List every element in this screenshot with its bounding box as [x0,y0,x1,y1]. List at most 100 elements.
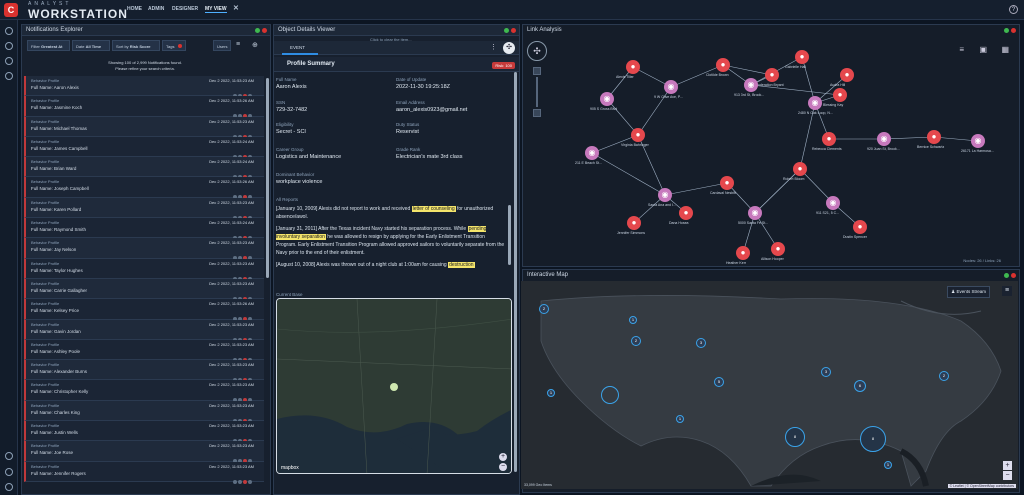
person-node-icon[interactable]: ● [631,128,645,142]
filter-options-icon[interactable]: ≡ [235,40,246,51]
panel-minimize-icon[interactable] [255,28,260,33]
notification-item[interactable]: Behavior Profile Full Name: Carrie Gallag… [24,278,264,301]
bell-icon[interactable] [5,452,13,460]
map-cluster[interactable]: 1 [884,461,892,469]
notification-action-icons[interactable] [232,430,254,444]
notification-action-icons[interactable] [232,450,254,464]
notification-action-icons[interactable] [232,247,254,261]
map-cluster[interactable]: 1 [547,389,555,397]
notification-item[interactable]: Behavior Profile Full Name: Jasmine Koch D… [24,96,264,119]
person-node-icon[interactable]: ● [627,216,641,230]
map-cluster[interactable]: 3 [696,338,706,348]
map-cluster[interactable]: 1 [629,316,637,324]
person-node-icon[interactable]: ● [679,206,693,220]
date-select[interactable]: Date All Time [72,40,110,51]
location-node-icon[interactable]: ◉ [877,132,891,146]
reports-scrollbar[interactable] [508,205,511,265]
map-zoom-in-icon[interactable]: + [1003,461,1012,470]
notification-action-icons[interactable] [232,186,254,200]
notification-item[interactable]: Behavior Profile Full Name: Christopher K… [24,380,264,403]
users-select[interactable]: Users [213,40,231,51]
notification-item[interactable]: Behavior Profile Full Name: Jay Nelson Dec… [24,238,264,261]
map-cluster[interactable]: 2 [631,336,641,346]
person-node-icon[interactable]: ● [927,130,941,144]
location-node-icon[interactable]: ◉ [585,146,599,160]
locate-icon[interactable]: ⊕ [251,40,262,51]
help-icon[interactable]: ? [1009,5,1018,14]
notification-item[interactable]: Behavior Profile Full Name: Charles King D… [24,400,264,423]
notification-action-icons[interactable] [232,288,254,301]
notification-action-icons[interactable] [232,410,254,423]
map-cluster[interactable]: 2 [939,371,949,381]
notification-item[interactable]: Behavior Profile Full Name: Joseph Campbe… [24,177,264,200]
close-tab-icon[interactable]: ✕ [233,4,239,12]
panel-close-icon[interactable] [511,28,516,33]
notification-item[interactable]: Behavior Profile Full Name: Alexander Bur… [24,360,264,383]
map-cluster-ring[interactable] [601,386,619,404]
nav-home[interactable]: HOME [127,6,142,12]
map-cluster[interactable]: 3 [821,367,831,377]
notification-action-icons[interactable] [232,146,254,159]
link-icon[interactable] [5,72,13,80]
notification-item[interactable]: Behavior Profile Full Name: Kelsey Price D… [24,299,264,322]
location-node-icon[interactable]: ◉ [748,206,762,220]
location-node-icon[interactable]: ◉ [658,188,672,202]
notification-item[interactable]: Behavior Profile Full Name: Jennifer Roge… [24,461,264,484]
notification-action-icons[interactable] [232,166,254,180]
location-node-icon[interactable]: ◉ [664,80,678,94]
nav-designer[interactable]: DESIGNER [172,6,198,12]
events-stream-toggle[interactable]: ♟ Events Stream [947,286,990,298]
map-cluster[interactable]: 5 [714,377,724,387]
move-icon[interactable]: ✣ [503,42,515,54]
tab-event[interactable]: EVENT [290,45,305,50]
notification-action-icons[interactable] [232,349,254,362]
map-cluster-large[interactable]: 8 [785,427,805,447]
location-node-icon[interactable]: ◉ [744,78,758,92]
notification-item[interactable]: Behavior Profile Full Name: Joe Rose Dec 2… [24,441,264,464]
location-node-icon[interactable]: ◉ [808,96,822,110]
list-scrollbar[interactable] [266,78,269,278]
dashboard-icon[interactable] [5,27,13,35]
person-node-icon[interactable]: ● [626,60,640,74]
filter-select[interactable]: Filter Greatest At [27,40,70,51]
panel-minimize-icon[interactable] [504,28,509,33]
notification-action-icons[interactable] [232,126,254,139]
grid-icon[interactable] [5,57,13,65]
us-map[interactable]: 2 1 3 2 5 6 3 2 8 8 1 1 1 ♟ Events Strea… [521,281,1018,489]
notification-action-icons[interactable] [232,85,254,98]
map-cluster[interactable]: 6 [854,380,866,392]
nav-my-view[interactable]: MY VIEW [205,6,227,13]
layers-icon[interactable]: ≡ [1002,286,1012,296]
user-icon[interactable] [5,468,13,476]
person-node-icon[interactable]: ● [771,242,785,256]
person-node-icon[interactable]: ● [853,220,867,234]
clock-icon[interactable] [5,42,13,50]
location-node-icon[interactable]: ◉ [600,92,614,106]
location-node-icon[interactable]: ◉ [971,134,985,148]
map-cluster[interactable]: 1 [676,415,684,423]
tags-select[interactable]: Tags [162,40,186,51]
notification-item[interactable]: Behavior Profile Full Name: Aaron Alexis D… [24,76,264,98]
panel-minimize-icon[interactable] [1004,273,1009,278]
notification-item[interactable]: Behavior Profile Full Name: Justin Wells D… [24,421,264,444]
person-node-icon[interactable]: ● [765,68,779,82]
panel-close-icon[interactable] [262,28,267,33]
notification-item[interactable]: Behavior Profile Full Name: Gavin Jordan D… [24,319,264,342]
notification-action-icons[interactable] [232,389,254,403]
base-marker[interactable] [390,383,398,391]
notification-action-icons[interactable] [232,227,254,241]
person-node-icon[interactable]: ● [716,58,730,72]
current-base-map[interactable]: mapbox + − [276,298,512,474]
person-node-icon[interactable]: ● [822,132,836,146]
person-node-icon[interactable]: ● [720,176,734,190]
nav-admin[interactable]: ADMIN [148,6,164,12]
person-node-icon[interactable]: ● [833,88,847,102]
map-zoom-out-icon[interactable]: − [1003,471,1012,480]
map-cluster-large[interactable]: 8 [860,426,886,452]
notification-item[interactable]: Behavior Profile Full Name: Raymond Smith… [24,218,264,241]
notification-item[interactable]: Behavior Profile Full Name: Brian Ward Dec… [24,157,264,180]
notification-action-icons[interactable] [232,308,254,322]
notification-item[interactable]: Behavior Profile Full Name: Ashley Poole D… [24,339,264,362]
app-logo[interactable]: C [4,3,18,17]
map-cluster[interactable]: 2 [539,304,549,314]
